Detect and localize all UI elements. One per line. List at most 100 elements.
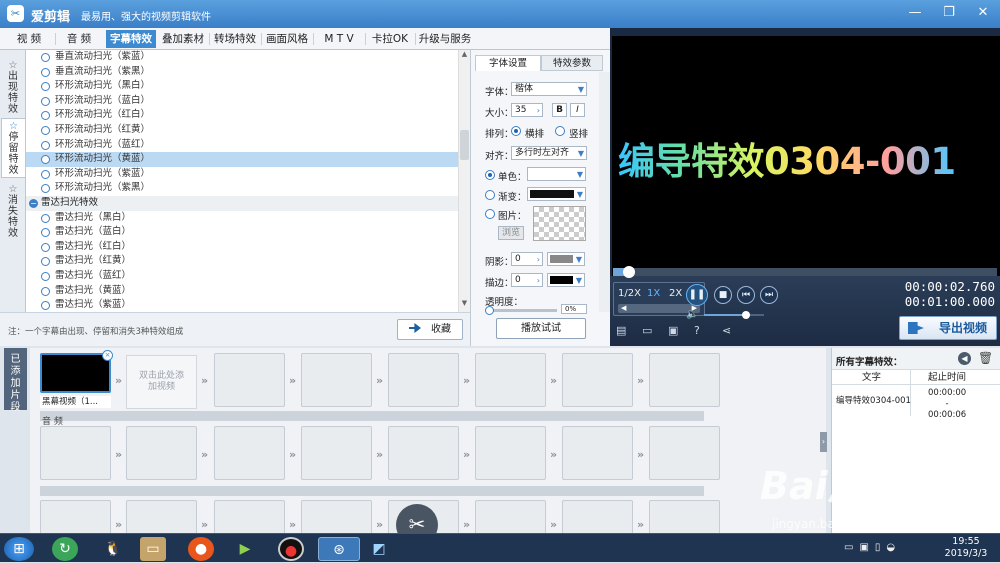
- tray-icons[interactable]: ▭▣▯◒: [844, 542, 901, 553]
- effect-list-item[interactable]: 雷达扫光（黑白）: [26, 211, 458, 226]
- effect-list-scrollbar[interactable]: ▲ ▼: [458, 50, 470, 312]
- effect-radio[interactable]: [41, 228, 50, 238]
- tab-subtitle-effects[interactable]: 字幕特效: [106, 30, 156, 48]
- browse-button[interactable]: 浏览: [498, 226, 524, 240]
- open-folder-icon[interactable]: ▭: [642, 325, 654, 336]
- effect-radio[interactable]: [41, 126, 50, 135]
- collapse-panel-button[interactable]: ›: [820, 432, 827, 452]
- opacity-value[interactable]: 0%: [561, 304, 587, 314]
- clip-slot[interactable]: [562, 426, 633, 480]
- volume-icon[interactable]: 🔈: [686, 309, 698, 320]
- effect-list-item[interactable]: 环形流动扫光（黄蓝）: [26, 152, 458, 167]
- effect-list-item[interactable]: 环形流动扫光（紫黑）: [26, 181, 458, 196]
- add-video-slot[interactable]: 双击此处添加视频: [126, 355, 197, 409]
- scroll-down-icon[interactable]: ▼: [459, 299, 470, 311]
- clip-slot[interactable]: [388, 426, 459, 480]
- fill-image-radio[interactable]: [485, 209, 495, 219]
- effect-radio[interactable]: [41, 96, 50, 106]
- collapse-icon[interactable]: −: [29, 199, 38, 208]
- video-clip-slot[interactable]: [649, 353, 720, 407]
- clip-slot[interactable]: [475, 426, 546, 480]
- italic-button[interactable]: I: [570, 103, 585, 117]
- clip-slot[interactable]: [40, 426, 111, 480]
- effect-radio[interactable]: [41, 155, 50, 165]
- tab-karaoke[interactable]: 卡拉OK: [367, 30, 413, 48]
- clip-slot[interactable]: [126, 426, 197, 480]
- clip-slot[interactable]: [301, 426, 372, 480]
- new-project-icon[interactable]: ▤: [616, 325, 628, 336]
- video-clip-slot[interactable]: [388, 353, 459, 407]
- tab-effect-params[interactable]: 特效参数: [541, 55, 603, 71]
- start-button-icon[interactable]: ⊞: [4, 537, 34, 561]
- tab-mtv[interactable]: M T V: [316, 30, 362, 48]
- tab-overlay[interactable]: 叠加素材: [159, 30, 207, 48]
- scroll-up-icon[interactable]: ▲: [459, 50, 470, 62]
- tab-font-settings[interactable]: 字体设置: [475, 55, 541, 71]
- tab-upgrade[interactable]: 升级与服务: [417, 30, 473, 48]
- taskbar-clock[interactable]: 19:55 2019/3/3: [938, 536, 994, 560]
- restore-button[interactable]: ❐: [938, 4, 960, 22]
- next-icon[interactable]: ⏭: [760, 286, 778, 304]
- effect-list-item[interactable]: 雷达扫光（黄蓝）: [26, 284, 458, 299]
- effect-list-item[interactable]: 雷达扫光（红黄）: [26, 254, 458, 269]
- play-test-button[interactable]: 播放试试: [496, 318, 586, 339]
- effect-radio[interactable]: [41, 301, 50, 311]
- fill-solid-radio[interactable]: [485, 170, 495, 180]
- effect-list-item[interactable]: 环形流动扫光（红白）: [26, 108, 458, 123]
- effect-radio[interactable]: [41, 169, 50, 179]
- stroke-color-select[interactable]: ▼: [547, 273, 585, 287]
- remove-clip-icon[interactable]: ×: [102, 350, 113, 361]
- effect-list-item[interactable]: 环形流动扫光（黑白）: [26, 79, 458, 94]
- effect-list-item[interactable]: 雷达扫光（红白）: [26, 240, 458, 255]
- size-input[interactable]: 35 ›: [511, 103, 543, 117]
- bold-button[interactable]: B: [552, 103, 567, 117]
- effect-radio[interactable]: [41, 82, 50, 92]
- record-icon[interactable]: ●: [278, 537, 304, 561]
- media-player-icon[interactable]: ▶: [232, 537, 258, 561]
- firefox-icon[interactable]: ●: [188, 537, 214, 561]
- speed-double[interactable]: 2X: [669, 288, 682, 299]
- aijianji-taskbar-icon[interactable]: ⊛: [318, 537, 360, 561]
- refresh-app-icon[interactable]: ↻: [52, 537, 78, 561]
- align-select[interactable]: 多行时左对齐 ▼: [511, 146, 587, 160]
- video-screen[interactable]: 编导特效0304-001: [612, 36, 1000, 284]
- pause-icon[interactable]: ❚❚: [686, 284, 708, 306]
- effect-list-item[interactable]: 环形流动扫光（蓝白）: [26, 94, 458, 109]
- close-button[interactable]: ✕: [972, 4, 994, 22]
- scroll-thumb[interactable]: [460, 130, 469, 160]
- font-select[interactable]: 楷体 ▼: [511, 82, 587, 96]
- minimize-button[interactable]: —: [904, 4, 926, 22]
- effect-row-time[interactable]: 00:00:00 - 00:00:06: [928, 388, 966, 421]
- opacity-slider[interactable]: [485, 306, 557, 315]
- side-tab-appear[interactable]: ☆ 出现特效: [1, 58, 25, 115]
- gradient-select[interactable]: ▼: [527, 187, 586, 201]
- shadow-input[interactable]: 0 ›: [511, 252, 543, 266]
- effect-radio[interactable]: [41, 272, 50, 281]
- back-icon[interactable]: ◀: [958, 352, 971, 365]
- tab-audio[interactable]: 音 频: [58, 30, 100, 48]
- effect-list-item[interactable]: 垂直流动扫光（紫蓝）: [26, 50, 458, 65]
- added-clips-tab[interactable]: 已添加片段: [4, 348, 27, 413]
- effect-radio[interactable]: [41, 111, 50, 121]
- volume-slider[interactable]: [704, 311, 764, 319]
- effect-list-item[interactable]: 垂直流动扫光（紫黑）: [26, 65, 458, 80]
- layout-horizontal-radio[interactable]: [511, 126, 521, 136]
- effect-radio[interactable]: [41, 213, 50, 223]
- effect-radio[interactable]: [41, 184, 50, 194]
- speed-normal[interactable]: 1X: [647, 288, 660, 299]
- video-clip-slot[interactable]: [214, 353, 285, 407]
- collect-button[interactable]: 收藏: [397, 319, 463, 340]
- solid-color-select[interactable]: ▼: [527, 167, 586, 181]
- step-back-icon[interactable]: ◀: [621, 304, 626, 312]
- opacity-slider-handle[interactable]: [485, 306, 494, 315]
- video-clip-slot[interactable]: [562, 353, 633, 407]
- effect-radio[interactable]: [41, 286, 50, 296]
- effect-radio[interactable]: [41, 53, 50, 62]
- volume-handle[interactable]: [742, 311, 750, 319]
- side-tab-stay[interactable]: ☆ 停留特效: [1, 118, 25, 178]
- progress-bar[interactable]: [613, 266, 997, 278]
- effect-radio[interactable]: [41, 140, 50, 150]
- effect-group-header[interactable]: − 雷达扫光特效: [26, 196, 458, 211]
- layout-vertical-radio[interactable]: [555, 126, 565, 136]
- export-video-button[interactable]: 导出视频: [899, 316, 997, 340]
